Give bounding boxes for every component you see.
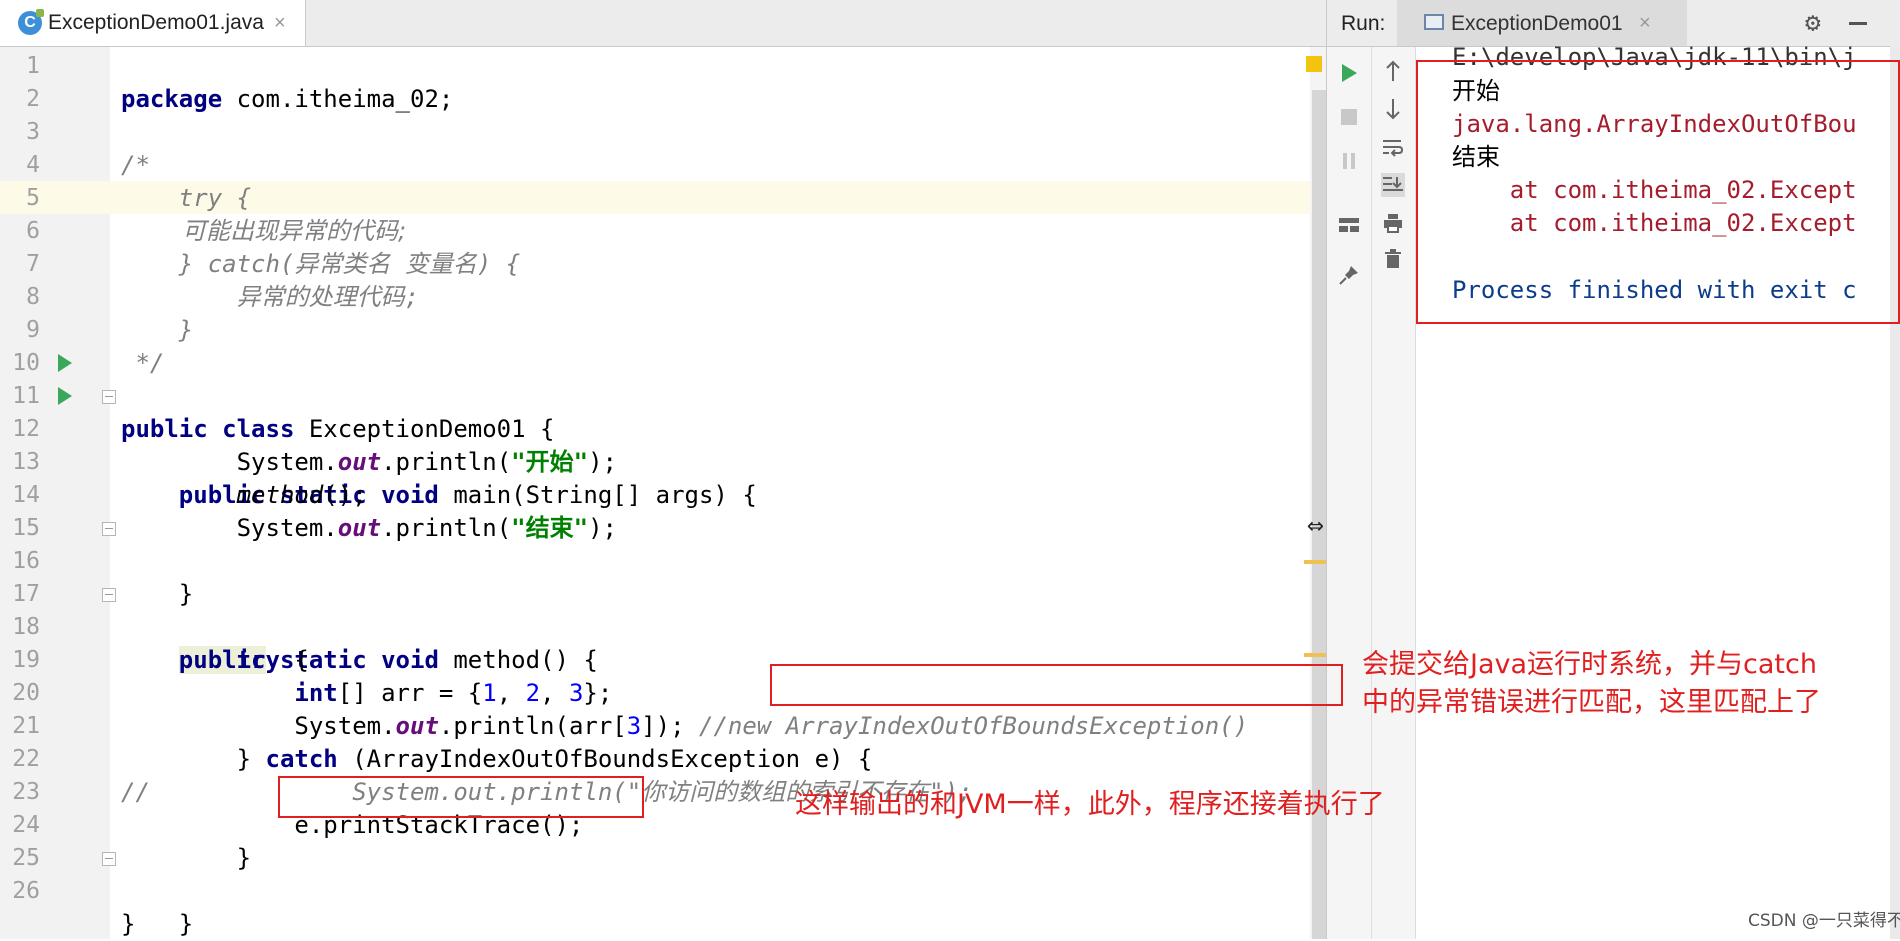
code-line[interactable]: package com.itheima_02; [121, 83, 453, 116]
line-number: 1 [26, 53, 40, 79]
run-tab-label: ExceptionDemo01 [1451, 12, 1623, 35]
line-number: 2 [26, 86, 40, 112]
close-icon[interactable]: × [1639, 12, 1651, 35]
wrap-icon[interactable] [1381, 135, 1405, 159]
pin-icon[interactable] [1337, 263, 1361, 287]
line-number: 10 [12, 350, 40, 376]
code-line[interactable]: method(); [121, 479, 367, 512]
fold-icon[interactable] [102, 852, 116, 866]
code-line[interactable]: 异常的处理代码; [121, 281, 419, 314]
print-icon[interactable] [1381, 211, 1405, 235]
layout-icon[interactable] [1337, 213, 1361, 237]
code-line[interactable]: } catch (ArrayIndexOutOfBoundsException … [121, 743, 873, 776]
line-number: 8 [26, 284, 40, 310]
code-line[interactable]: 可能出现异常的代码; [121, 215, 406, 248]
line-number: 5 [26, 185, 40, 211]
pause-icon[interactable] [1337, 149, 1361, 173]
code-line[interactable]: } [121, 314, 193, 347]
line-number: 14 [12, 482, 40, 508]
watermark: CSDN @一只菜得不行的鸟 [1748, 911, 1900, 931]
code-line[interactable]: public class ExceptionDemo01 { [121, 413, 554, 446]
print-stack-highlight-box [278, 776, 644, 818]
run-gutter-icon[interactable] [58, 387, 72, 405]
code-line[interactable]: int[] arr = {1, 2, 3}; [121, 677, 612, 710]
code-line[interactable]: } catch(异常类名 变量名) { [121, 248, 520, 281]
console-highlight-box [1416, 60, 1900, 324]
run-icon[interactable] [1337, 61, 1361, 85]
console-tab-icon [1424, 14, 1444, 30]
line-number: 7 [26, 251, 40, 277]
resize-cursor-icon: ⇔ [1307, 508, 1324, 541]
code-line[interactable]: } [121, 908, 135, 941]
line-number: 16 [12, 548, 40, 574]
line-number: 24 [12, 812, 40, 838]
line-number: 6 [26, 218, 40, 244]
line-number: 3 [26, 119, 40, 145]
run-title: Run: [1341, 12, 1386, 35]
line-number: 21 [12, 713, 40, 739]
code-line[interactable]: /* [121, 149, 150, 182]
code-line[interactable]: System.out.println(arr[3]); //new ArrayI… [121, 710, 1248, 743]
line-number: 26 [12, 878, 40, 904]
run-header: Run: ExceptionDemo01 × ⚙ [1327, 0, 1900, 47]
line-number: 19 [12, 647, 40, 673]
comment-highlight-box [770, 664, 1343, 706]
code-line[interactable]: try { [121, 182, 251, 215]
line-number: 11 [12, 383, 40, 409]
code-line[interactable]: System.out.println("开始"); [121, 446, 617, 479]
code-line[interactable]: System.out.println("结束"); [121, 512, 617, 545]
java-class-icon: C [18, 9, 44, 35]
editor-tab-label: ExceptionDemo01.java [48, 11, 264, 34]
run-gutter-icon[interactable] [58, 354, 72, 372]
down-arrow-icon[interactable] [1381, 97, 1405, 121]
fold-icon[interactable] [102, 390, 116, 404]
line-number: 17 [12, 581, 40, 607]
line-number: 9 [26, 317, 40, 343]
annotation-bottom-note: 这样输出的和JVM一样，此外，程序还接着执行了 [795, 789, 1385, 820]
scroll-end-icon[interactable] [1381, 173, 1405, 197]
line-number: 25 [12, 845, 40, 871]
minimize-icon[interactable] [1849, 22, 1867, 25]
stop-icon[interactable] [1337, 105, 1361, 129]
code-line[interactable]: try { [121, 644, 309, 677]
code-line[interactable]: } [121, 578, 193, 611]
code-line[interactable]: */ [121, 347, 164, 380]
line-number: 12 [12, 416, 40, 442]
line-number: 22 [12, 746, 40, 772]
editor-tab-bar: C ExceptionDemo01.java × [0, 0, 1326, 47]
up-arrow-icon[interactable] [1381, 59, 1405, 83]
warning-indicator-icon[interactable] [1306, 56, 1322, 72]
line-number: 23 [12, 779, 40, 805]
trash-icon[interactable] [1381, 247, 1405, 271]
editor-tab[interactable]: C ExceptionDemo01.java × [0, 0, 306, 46]
line-number: 15 [12, 515, 40, 541]
line-number: 18 [12, 614, 40, 640]
fold-icon[interactable] [102, 522, 116, 536]
line-number: 13 [12, 449, 40, 475]
line-number: 4 [26, 152, 40, 178]
code-line[interactable]: } [121, 842, 251, 875]
annotation-right-note: 会提交给Java运行时系统，并与catch 中的异常错误进行匹配，这里匹配上了 [1362, 649, 1821, 718]
tab-close-icon[interactable]: × [274, 12, 286, 35]
fold-icon[interactable] [102, 588, 116, 602]
gear-icon[interactable]: ⚙ [1805, 8, 1821, 38]
line-number: 20 [12, 680, 40, 706]
